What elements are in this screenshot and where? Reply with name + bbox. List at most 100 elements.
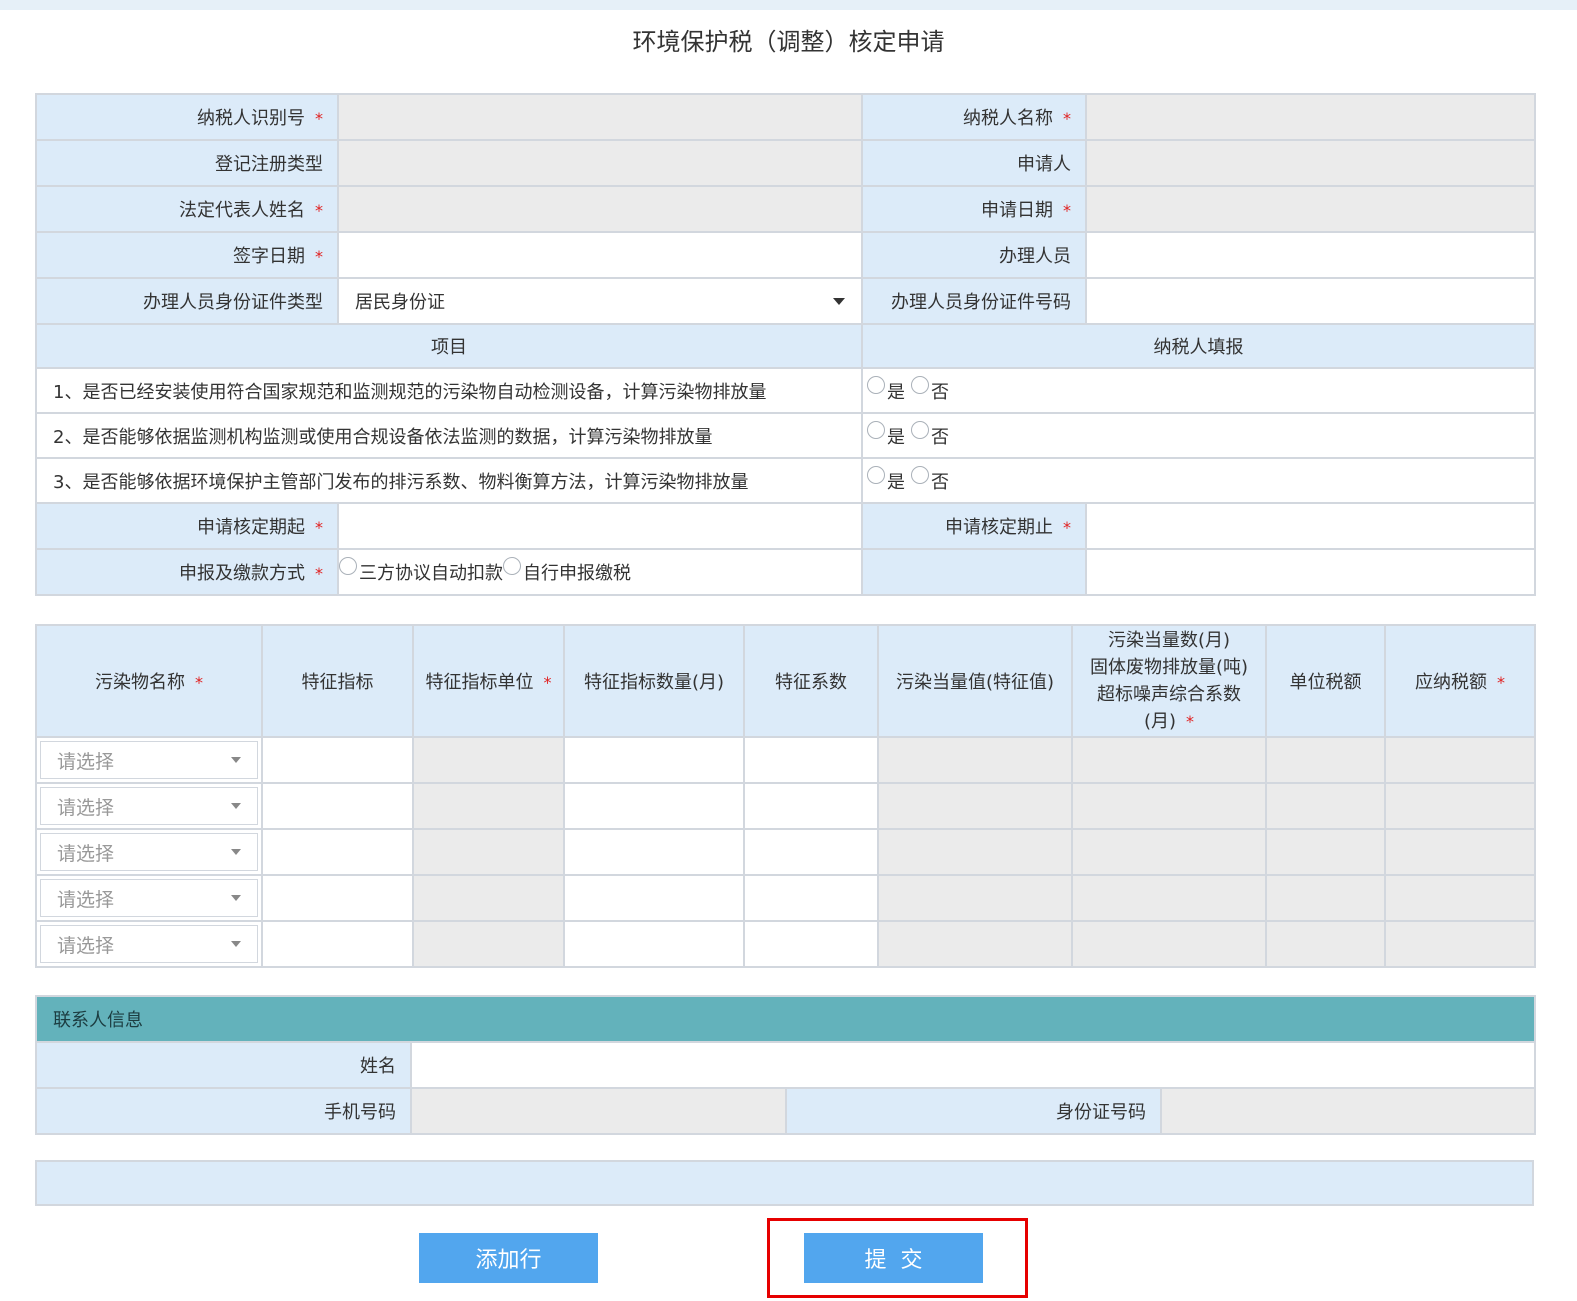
tax-due-cell <box>1384 782 1536 830</box>
handler-input[interactable] <box>1085 231 1536 279</box>
taxpayer-name-field <box>1085 93 1536 141</box>
table-row: 请选择 <box>35 736 1536 784</box>
yes-radio[interactable] <box>867 375 885 394</box>
contact-name-input[interactable] <box>410 1041 1536 1089</box>
taxpayer-id-field <box>337 93 863 141</box>
apply-date-field <box>1085 185 1536 233</box>
col-equiv-value: 污染当量值(特征值) <box>877 624 1073 738</box>
period-end-input[interactable] <box>1085 502 1536 550</box>
table-row: 请选择 <box>35 828 1536 876</box>
indicator-qty-input[interactable] <box>563 736 745 784</box>
question-1: 1、是否已经安装使用符合国家规范和监测规范的污染物自动检测设备，计算污染物排放量 <box>35 367 863 414</box>
contact-phone-label: 手机号码 <box>35 1087 412 1135</box>
indicator-qty-input[interactable] <box>563 782 745 830</box>
indicator-unit-cell <box>412 782 565 830</box>
pollutant-select[interactable]: 请选择 <box>35 828 263 876</box>
top-bar <box>0 0 1577 10</box>
coefficient-input[interactable] <box>743 736 879 784</box>
coefficient-input[interactable] <box>743 874 879 922</box>
contact-name-label: 姓名 <box>35 1041 412 1089</box>
indicator-qty-input[interactable] <box>563 920 745 968</box>
payment-method-options: 三方协议自动扣款 自行申报缴税 <box>337 548 863 596</box>
table-row: 请选择 <box>35 874 1536 922</box>
unit-tax-cell <box>1265 782 1386 830</box>
empty-field <box>1085 548 1536 596</box>
chevron-down-icon <box>231 941 241 947</box>
indicator-input[interactable] <box>261 828 414 876</box>
unit-tax-cell <box>1265 736 1386 784</box>
tripartite-radio[interactable] <box>340 557 357 575</box>
indicator-qty-input[interactable] <box>563 828 745 876</box>
table-row: 请选择 <box>35 920 1536 968</box>
self-declare-radio[interactable] <box>503 557 521 575</box>
indicator-qty-input[interactable] <box>563 874 745 922</box>
tax-due-cell <box>1384 874 1536 922</box>
reg-type-label: 登记注册类型 <box>35 139 339 187</box>
no-radio[interactable] <box>911 375 929 394</box>
handler-id-type-select[interactable]: 居民身份证 <box>337 277 863 325</box>
applicant-field <box>1085 139 1536 187</box>
equiv-count-cell <box>1071 736 1267 784</box>
table-row: 请选择 <box>35 782 1536 830</box>
period-end-label: 申请核定期止 * <box>861 502 1087 550</box>
handler-id-no-input[interactable] <box>1085 277 1536 325</box>
apply-date-label: 申请日期 * <box>861 185 1087 233</box>
pollutant-select[interactable]: 请选择 <box>35 736 263 784</box>
col-indicator-qty: 特征指标数量(月) <box>563 624 745 738</box>
submit-button[interactable]: 提 交 <box>804 1233 983 1283</box>
col-indicator: 特征指标 <box>261 624 414 738</box>
taxpayer-id-label: 纳税人识别号 * <box>35 93 339 141</box>
pollutant-select[interactable]: 请选择 <box>35 782 263 830</box>
applicant-label: 申请人 <box>861 139 1087 187</box>
no-radio[interactable] <box>911 420 929 439</box>
indicator-input[interactable] <box>261 920 414 968</box>
indicator-input[interactable] <box>261 736 414 784</box>
equiv-value-cell <box>877 874 1073 922</box>
pollutant-select[interactable]: 请选择 <box>35 874 263 922</box>
contact-header: 联系人信息 <box>35 995 1536 1043</box>
equiv-count-cell <box>1071 920 1267 968</box>
coefficient-input[interactable] <box>743 782 879 830</box>
basic-info-table: 纳税人识别号 * 纳税人名称 * 登记注册类型 申请人 法定代表人姓名 * 申请日期 *… <box>35 93 1536 596</box>
sign-date-label: 签字日期 * <box>35 231 339 279</box>
taxpayer-name-label: 纳税人名称 * <box>861 93 1087 141</box>
chevron-down-icon <box>231 757 241 763</box>
item-header: 项目 <box>35 323 863 369</box>
chevron-down-icon <box>231 803 241 809</box>
add-row-button[interactable]: 添加行 <box>419 1233 598 1283</box>
equiv-value-cell <box>877 782 1073 830</box>
yes-radio[interactable] <box>867 420 885 439</box>
contact-table: 联系人信息 姓名 手机号码 身份证号码 <box>35 995 1536 1135</box>
col-tax-due: 应纳税额 * <box>1384 624 1536 738</box>
handler-id-type-value: 居民身份证 <box>355 292 445 313</box>
question-2: 2、是否能够依据监测机构监测或使用合规设备依法监测的数据，计算污染物排放量 <box>35 412 863 459</box>
equiv-count-cell <box>1071 782 1267 830</box>
period-start-label: 申请核定期起 * <box>35 502 339 550</box>
indicator-input[interactable] <box>261 874 414 922</box>
indicator-input[interactable] <box>261 782 414 830</box>
unit-tax-cell <box>1265 920 1386 968</box>
unit-tax-cell <box>1265 828 1386 876</box>
coefficient-input[interactable] <box>743 920 879 968</box>
no-radio[interactable] <box>911 465 929 484</box>
pollutant-select[interactable]: 请选择 <box>35 920 263 968</box>
equiv-value-cell <box>877 920 1073 968</box>
legal-rep-label: 法定代表人姓名 * <box>35 185 339 233</box>
indicator-unit-cell <box>412 736 565 784</box>
period-start-input[interactable] <box>337 502 863 550</box>
chevron-down-icon <box>833 297 845 305</box>
coefficient-input[interactable] <box>743 828 879 876</box>
question-1-options: 是否 <box>861 367 1536 414</box>
reg-type-field <box>337 139 863 187</box>
handler-label: 办理人员 <box>861 231 1087 279</box>
equiv-value-cell <box>877 736 1073 784</box>
col-coefficient: 特征系数 <box>743 624 879 738</box>
question-2-options: 是否 <box>861 412 1536 459</box>
payment-method-label: 申报及缴款方式 * <box>35 548 339 596</box>
page-title: 环境保护税（调整）核定申请 <box>632 28 945 56</box>
pollutant-table: 污染物名称 * 特征指标 特征指标单位 * 特征指标数量(月) 特征系数 污染当量值… <box>35 624 1536 968</box>
col-pollutant-name: 污染物名称 * <box>35 624 263 738</box>
contact-id-field <box>1160 1087 1536 1135</box>
yes-radio[interactable] <box>867 465 885 484</box>
sign-date-input[interactable] <box>337 231 863 279</box>
